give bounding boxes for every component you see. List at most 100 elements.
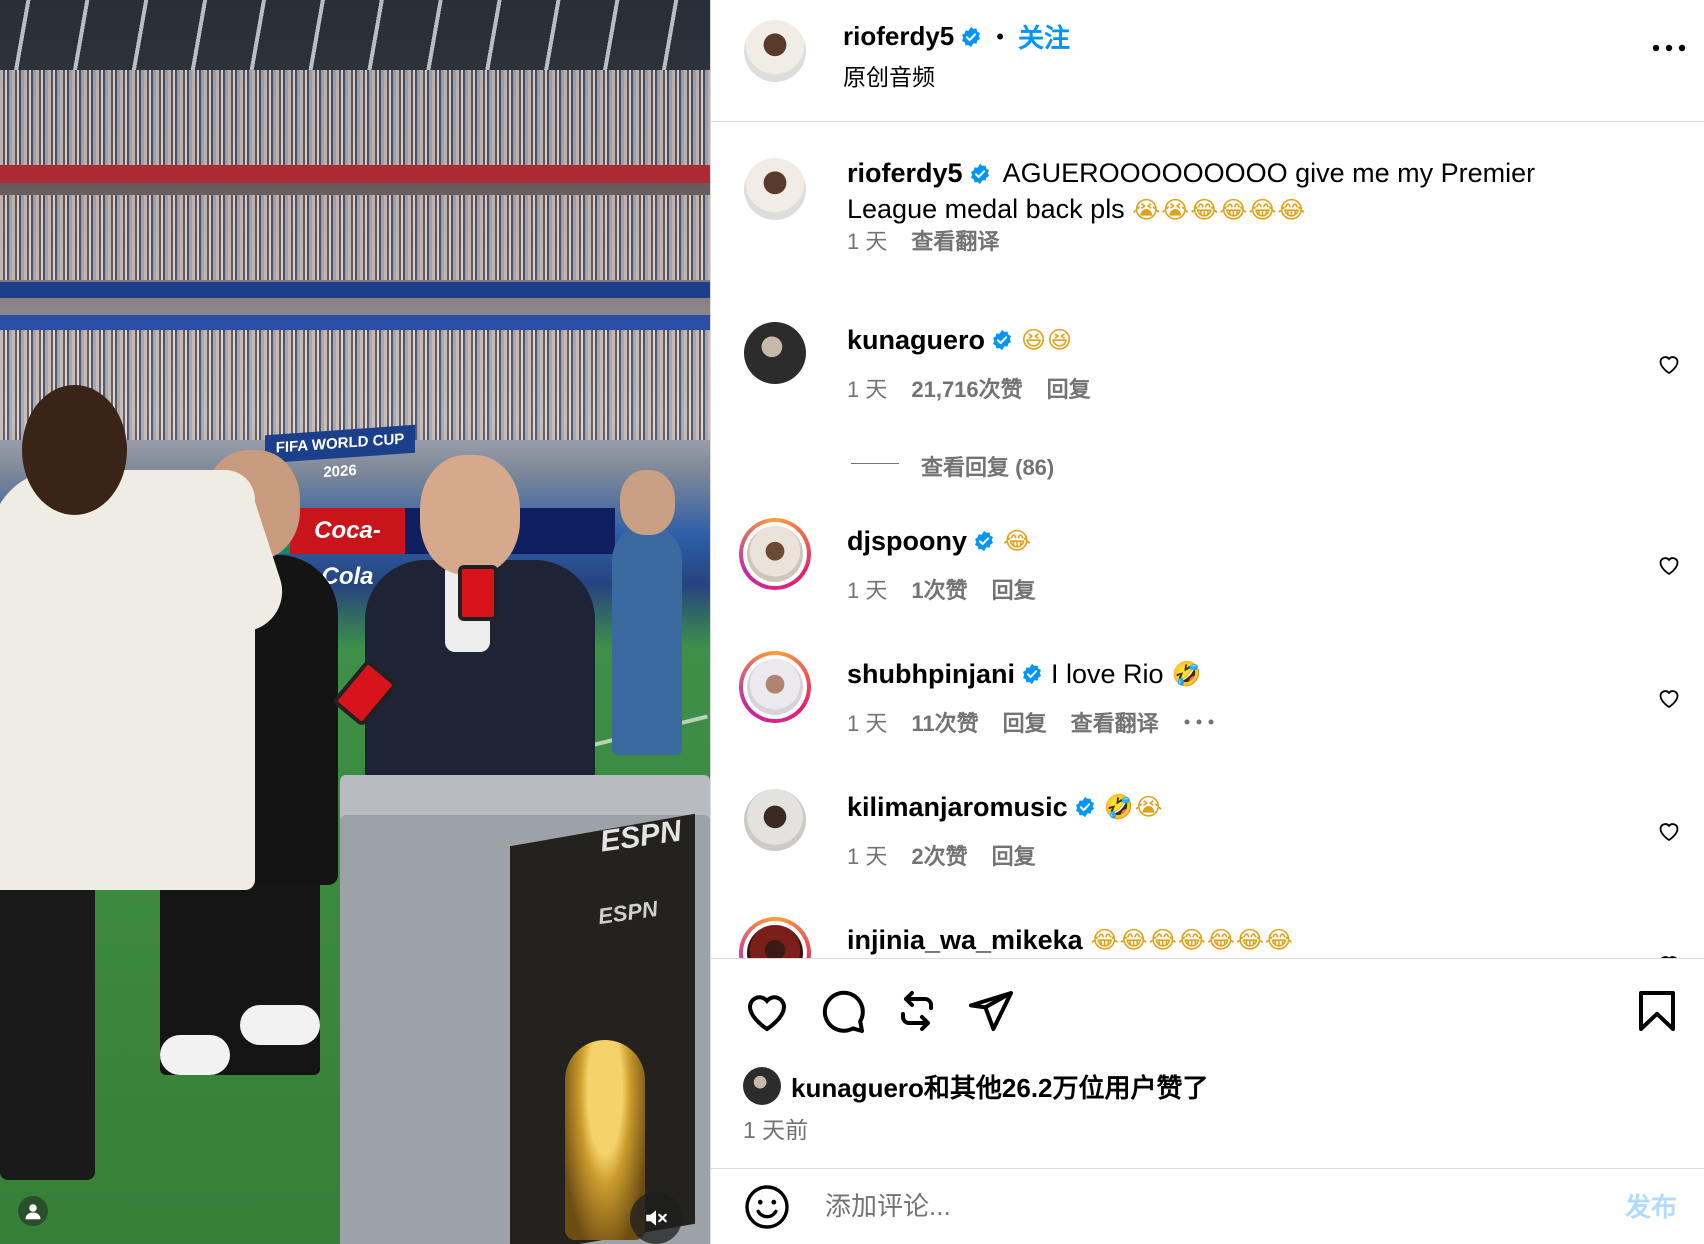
person-rio-head [22,385,127,515]
translate-link[interactable]: 查看翻译 [911,224,999,256]
verified-badge-icon [1075,796,1094,818]
post-actions: kunaguero和其他26.2万位用户赞了 1 天前 [711,958,1704,1168]
comment-bubble-icon[interactable] [819,987,867,1035]
separator-dot: • [996,23,1004,49]
audio-label[interactable]: 原创音频 [843,58,935,92]
comment-likes[interactable]: 21,716次赞 [911,372,1022,404]
comment-username[interactable]: kunaguero [847,322,985,358]
avatar[interactable] [744,322,806,384]
repost-icon[interactable] [893,987,941,1035]
comment-emojis: 😆😆 [1021,326,1074,354]
person-presenter-head [420,455,520,575]
caption-meta: 1 天 查看翻译 [847,224,999,256]
reply-button[interactable]: 回复 [1003,706,1047,738]
reply-button[interactable]: 回复 [992,573,1036,605]
comment-time[interactable]: 1 天 [847,573,887,605]
comment-emojis: 🤣 [1171,660,1203,688]
like-comment-heart-icon[interactable] [1657,553,1681,577]
comment-likes[interactable]: 1次赞 [911,573,967,605]
like-comment-heart-icon[interactable] [1657,819,1681,843]
story-ring[interactable] [739,518,811,590]
ad-band-middle [0,282,710,298]
crowd-middle [0,195,710,280]
espn-microphone [458,565,498,621]
emoji-picker-icon[interactable] [743,1183,791,1231]
comment-meta: 1 天 1次赞 回复 [847,573,1036,605]
post-side-panel: rioferdy5 • 关注 原创音频 rioferdy5 AGUEROOOOO… [710,0,1704,1244]
comment-meta: 1 天 11次赞 回复 查看翻译 [847,706,1215,738]
comment-meta: 1 天 2次赞 回复 [847,839,1036,871]
like-comment-heart-icon[interactable] [1657,352,1681,376]
ad-band-upper [0,165,710,183]
person-blue-suit-head [620,470,675,535]
verified-badge-icon [970,163,989,185]
caption-text: rioferdy5 AGUEROOOOOOOOO give me my Prem… [847,155,1567,228]
caption-emojis: 😭😭😂😂😂😂 [1132,196,1307,224]
post-timestamp[interactable]: 1 天前 [743,1111,808,1145]
ad-board-cocacola: Coca-Cola [290,508,405,590]
verified-badge-icon [1023,663,1041,685]
mute-button[interactable] [630,1192,682,1244]
comment-time[interactable]: 1 天 [847,224,887,256]
comment-text: kunaguero 😆😆 [847,322,1073,358]
verified-badge-icon [962,26,981,47]
comment-username[interactable]: djspoony [847,523,967,559]
bookmark-icon[interactable] [1633,987,1681,1035]
avatar[interactable] [744,20,806,82]
comments-list[interactable]: rioferdy5 AGUEROOOOOOOOO give me my Prem… [711,122,1704,958]
comment-time[interactable]: 1 天 [847,706,887,738]
comment-text: injinia_wa_mikeka 😂😂😂😂😂😂😂 [847,922,1294,958]
caption-username[interactable]: rioferdy5 [847,158,963,188]
comment-username[interactable]: shubhpinjani [847,656,1015,692]
share-send-icon[interactable] [967,987,1015,1035]
comment-username[interactable]: injinia_wa_mikeka [847,922,1083,958]
avatar [747,659,803,715]
verified-badge-icon [993,329,1012,351]
story-ring[interactable] [739,651,811,723]
avatar [747,925,803,958]
comment-emojis: 😂 [1003,527,1033,555]
reply-button[interactable]: 回复 [1047,372,1091,404]
comment-likes[interactable]: 11次赞 [911,706,978,738]
comment-time[interactable]: 1 天 [847,372,887,404]
translate-link[interactable]: 查看翻译 [1071,706,1159,738]
sneaker [240,1005,320,1045]
comment-text: kilimanjaromusic 🤣😭 [847,789,1164,825]
comment-emojis: 🤣😭 [1103,793,1164,821]
post-header: rioferdy5 • 关注 原创音频 [711,0,1704,122]
comment-username[interactable]: kilimanjaromusic [847,789,1068,825]
comment-text: shubhpinjani I love Rio 🤣 [847,656,1202,692]
comment-likes[interactable]: 2次赞 [911,839,967,871]
person-blue-suit [612,525,682,755]
avatar[interactable] [744,158,806,220]
likes-summary-text[interactable]: kunaguero和其他26.2万位用户赞了 [791,1068,1209,1105]
story-ring[interactable] [739,917,811,958]
author-username[interactable]: rioferdy5 [843,21,954,52]
comment-time[interactable]: 1 天 [847,839,887,871]
sneaker [160,1035,230,1075]
verified-badge-icon [975,530,993,552]
comment-body: I love Rio [1051,659,1164,689]
like-comment-heart-icon[interactable] [1657,686,1681,710]
speaker-muted-icon [646,1210,667,1226]
like-heart-icon[interactable] [743,987,791,1035]
person-rio-legs [0,880,95,1180]
comment-text: djspoony 😂 [847,523,1032,559]
reply-button[interactable]: 回复 [992,839,1036,871]
follow-button[interactable]: 关注 [1018,18,1070,55]
ad-band-lower [0,315,710,331]
more-horizontal-icon[interactable] [1183,718,1215,726]
likes-summary[interactable]: kunaguero和其他26.2万位用户赞了 [743,1067,1209,1105]
post-comment-button[interactable]: 发布 [1625,1187,1677,1224]
comment-meta: 1 天 21,716次赞 回复 [847,372,1091,404]
crowd-upper [0,70,710,165]
user-icon [25,1204,41,1220]
more-horizontal-icon[interactable] [1651,40,1687,56]
view-replies-button[interactable]: 查看回复 (86) [921,450,1054,482]
tagged-users-button[interactable] [18,1196,48,1226]
post-video[interactable]: FIFA WORLD CUP 2026 aramco Coca-Cola ESP… [0,0,710,1244]
replies-divider [851,463,899,464]
comment-emojis: 😂😂😂😂😂😂😂 [1090,926,1294,954]
comment-input[interactable] [823,1183,1527,1229]
avatar[interactable] [744,789,806,851]
